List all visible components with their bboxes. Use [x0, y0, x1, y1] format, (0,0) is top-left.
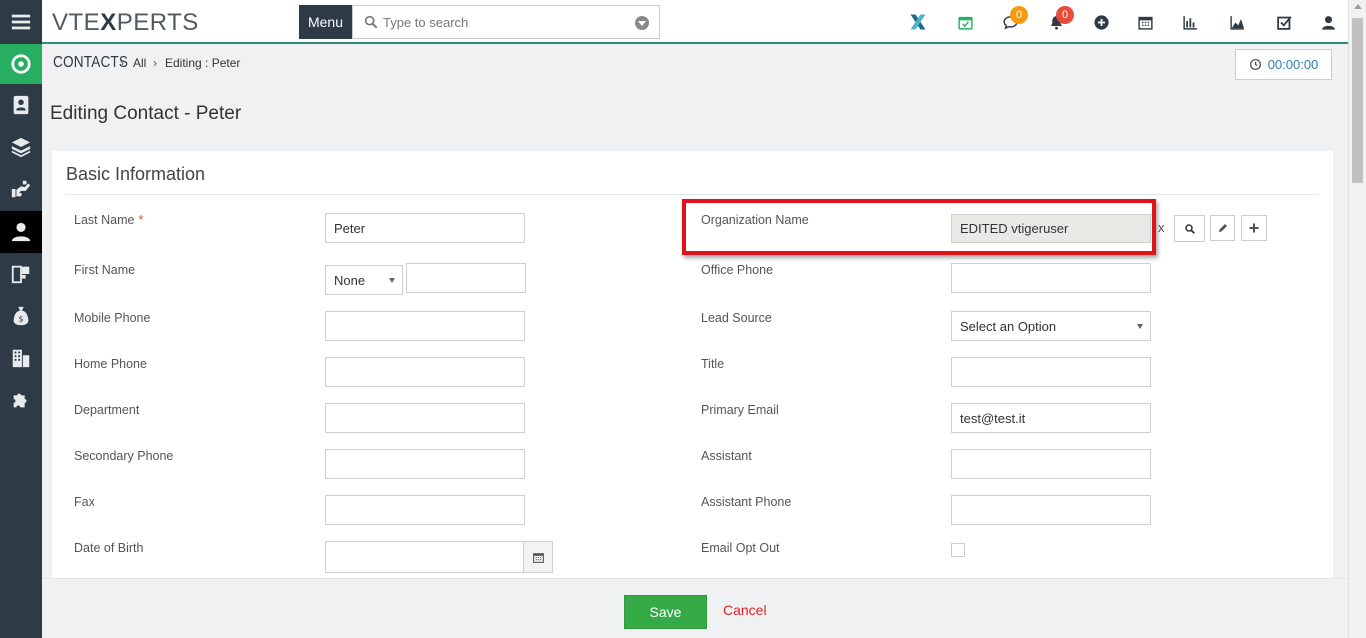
- organization-search-button[interactable]: [1174, 215, 1205, 242]
- plus-icon: [1249, 223, 1259, 233]
- vtexperts-logo[interactable]: VTEXPERTS: [52, 9, 199, 37]
- secondary-phone-label: Secondary Phone: [74, 449, 174, 463]
- lead-source-select[interactable]: Select an Option: [951, 311, 1151, 341]
- pencil-icon: [1218, 224, 1227, 232]
- notification-count-badge: 0: [1056, 6, 1074, 24]
- organization-edit-button[interactable]: [1210, 215, 1235, 241]
- global-search[interactable]: [352, 5, 660, 39]
- secondary-phone-input[interactable]: [325, 449, 525, 479]
- primary-email-input[interactable]: [951, 403, 1151, 433]
- scroll-up-arrow-icon[interactable]: [1354, 4, 1362, 9]
- breadcrumb-module[interactable]: CONTACTS: [53, 54, 128, 72]
- assistant-phone-input[interactable]: [951, 495, 1151, 525]
- cancel-link[interactable]: Cancel: [723, 602, 767, 618]
- contacts-icon[interactable]: [0, 211, 42, 253]
- quick-create-plus-icon[interactable]: [1091, 12, 1111, 32]
- email-opt-out-label: Email Opt Out: [701, 541, 780, 555]
- products-icon[interactable]: [0, 253, 42, 295]
- lead-source-label: Lead Source: [701, 311, 772, 325]
- save-button[interactable]: Save: [624, 595, 707, 629]
- hamburger-menu-icon[interactable]: [0, 0, 42, 44]
- area-chart-icon[interactable]: [1227, 12, 1247, 32]
- calendar-icon[interactable]: [1135, 12, 1155, 32]
- date-of-birth-input[interactable]: [325, 541, 525, 573]
- user-profile-icon[interactable]: [1318, 12, 1338, 32]
- timer-button[interactable]: 00:00:00: [1235, 49, 1332, 80]
- page-title: Editing Contact - Peter: [50, 103, 242, 124]
- organizations-icon[interactable]: [0, 337, 42, 379]
- money-bag-icon[interactable]: $: [0, 295, 42, 337]
- search-icon: [364, 15, 378, 29]
- title-label: Title: [701, 357, 725, 371]
- scrollbar-thumb[interactable]: [1352, 18, 1363, 183]
- primary-email-label: Primary Email: [701, 403, 779, 417]
- calendar-check-icon[interactable]: [955, 12, 975, 32]
- chat-count-badge: 0: [1010, 6, 1028, 24]
- department-input[interactable]: [325, 403, 525, 433]
- top-navigation-bar: VTEXPERTS Menu 0 0: [42, 0, 1348, 44]
- first-name-input[interactable]: [406, 263, 526, 293]
- office-phone-label: Office Phone: [701, 263, 774, 277]
- clear-organization-icon[interactable]: x: [1158, 220, 1165, 235]
- organization-name-label: Organization Name: [701, 213, 809, 227]
- search-input[interactable]: [383, 12, 623, 32]
- email-opt-out-checkbox[interactable]: [951, 543, 965, 557]
- search-icon: [1184, 223, 1195, 234]
- contact-book-icon[interactable]: [0, 84, 42, 126]
- last-name-label: Last Name *: [74, 213, 144, 227]
- chat-icon[interactable]: 0: [1000, 6, 1028, 32]
- breadcrumb-current: Editing : Peter: [165, 56, 241, 70]
- clock-icon: [1249, 58, 1261, 71]
- date-picker-button[interactable]: [523, 541, 553, 573]
- vtexperts-x-icon[interactable]: [908, 12, 928, 32]
- fax-input[interactable]: [325, 495, 525, 525]
- mobile-phone-input[interactable]: [325, 311, 525, 341]
- chevron-right-icon: ›: [120, 56, 124, 70]
- date-of-birth-label: Date of Birth: [74, 541, 144, 555]
- dropdown-caret-icon: [1137, 324, 1143, 329]
- department-label: Department: [74, 403, 140, 417]
- section-divider: [66, 194, 1318, 195]
- layers-icon[interactable]: [0, 126, 42, 168]
- left-sidebar: $: [0, 0, 42, 638]
- section-title: Basic Information: [66, 164, 206, 184]
- office-phone-input[interactable]: [951, 263, 1151, 293]
- title-input[interactable]: [951, 357, 1151, 387]
- salutation-select[interactable]: None: [325, 265, 403, 295]
- dashboard-icon[interactable]: [0, 44, 42, 84]
- handshake-icon[interactable]: [0, 168, 42, 210]
- last-name-input[interactable]: [325, 213, 525, 243]
- vertical-scrollbar[interactable]: [1348, 0, 1366, 638]
- calendar-icon: [532, 552, 544, 563]
- assistant-phone-label: Assistant Phone: [701, 495, 792, 509]
- timer-value: 00:00:00: [1267, 57, 1319, 72]
- tasks-checkbox-icon[interactable]: [1274, 12, 1294, 32]
- edit-form-card: Basic Information Last Name* First Name …: [52, 151, 1333, 578]
- svg-text:$: $: [18, 314, 23, 324]
- organization-create-button[interactable]: [1241, 215, 1267, 241]
- puzzle-icon[interactable]: [0, 379, 42, 421]
- search-options-dropdown-icon[interactable]: [635, 16, 649, 30]
- assistant-input[interactable]: [951, 449, 1151, 479]
- reports-bar-chart-icon[interactable]: [1180, 12, 1200, 32]
- menu-button[interactable]: Menu: [299, 5, 352, 39]
- dropdown-caret-icon: [389, 278, 395, 283]
- chevron-right-icon: ›: [153, 56, 157, 70]
- notifications-bell-icon[interactable]: 0: [1046, 6, 1074, 32]
- organization-name-input[interactable]: [951, 214, 1151, 243]
- assistant-label: Assistant: [701, 449, 752, 463]
- home-phone-label: Home Phone: [74, 357, 147, 371]
- breadcrumb: CONTACTS › All › Editing : Peter 00:00:0…: [42, 46, 1348, 82]
- fax-label: Fax: [74, 495, 95, 509]
- first-name-label: First Name: [74, 263, 136, 277]
- home-phone-input[interactable]: [325, 357, 525, 387]
- form-footer: Save Cancel: [42, 578, 1348, 638]
- mobile-phone-label: Mobile Phone: [74, 311, 151, 325]
- breadcrumb-filter[interactable]: All: [133, 56, 146, 70]
